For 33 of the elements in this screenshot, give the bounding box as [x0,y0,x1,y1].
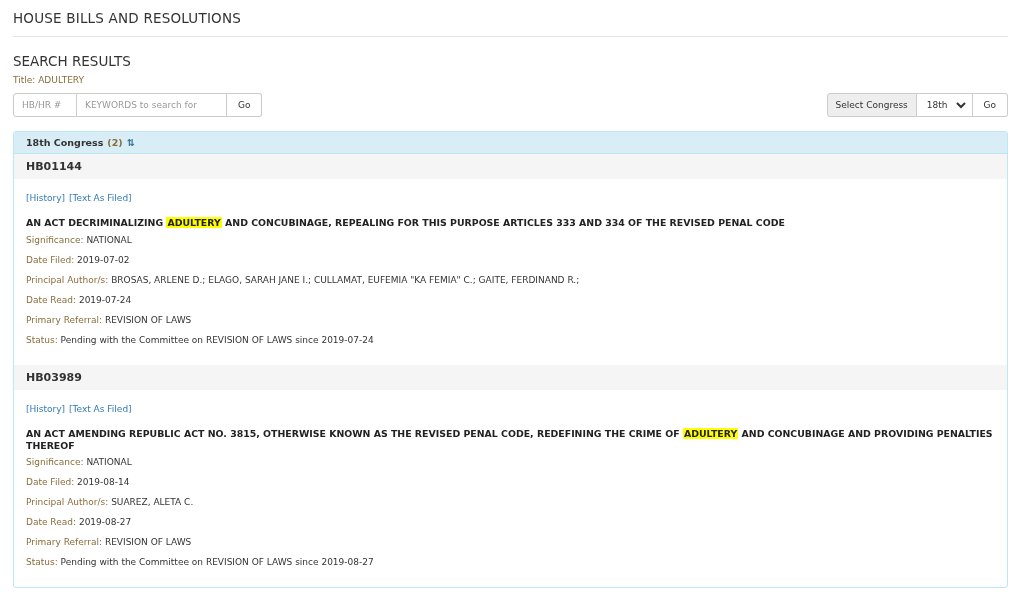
bill-detail: Status: Pending with the Committee on REVISION OF LAWS since 2019-07-24 [26,334,375,345]
section-title: SEARCH RESULTS [13,53,132,69]
bill-detail: Status: Pending with the Committee on REVISION OF LAWS since 2019-08-27 [26,557,375,568]
bill-detail: Significance: NATIONAL [26,234,133,245]
document-link[interactable]: [Text As Filed] [69,193,132,203]
bill-title: AN ACT AMENDING REPUBLIC ACT NO. 3815, OTHERWISE KNOWN AS THE REVISED PENAL CODE, REDEFINING THE CRIME OF ADULTERY AND CONCUBINAGE AND PROVIDING PENALTIES THEREOF [26,427,994,452]
select-congress-label: Select Congress [826,93,917,117]
filter-text: Title: ADULTERY [13,75,85,85]
keywords-field[interactable]: KEYWORDS to search for [77,93,227,117]
congress-title: 18th Congress [26,137,104,148]
document-link[interactable]: [Text As Filed] [69,403,132,414]
bill-title: AN ACT DECRIMINALIZING ADULTERY AND CONCUBINAGE, REPEALING FOR THIS PURPOSE ARTICLES 333 AND 334 OF THE REVISED PENAL CODE [26,217,786,229]
bill-detail: Primary Referral: REVISION OF LAWS [26,314,193,325]
bill-detail: Date Read: 2019-07-24 [26,294,133,305]
bill-detail: Date Filed: 2019-07-02 [26,254,131,265]
congress-dropdown[interactable]: 18th [916,93,973,117]
go-button[interactable]: Go [227,93,263,117]
sort-toggle[interactable]: ⇅ [126,137,135,148]
document-link[interactable]: [History] [26,403,66,414]
bill-number: HB03989 [14,364,1007,390]
bill-detail: Primary Referral: REVISION OF LAWS [26,537,193,548]
chevron-icon [955,101,966,109]
bill-detail: Date Filed: 2019-08-14 [26,477,131,488]
bill-number-field[interactable]: HB/HR # [13,93,77,117]
page-title: HOUSE BILLS AND RESOLUTIONS [13,0,1008,37]
bill-number: HB01144 [14,154,1007,179]
result-count: (2) [107,137,123,148]
bill-detail: Date Read: 2019-08-27 [26,517,133,528]
bill-detail: Principal Author/s: SUAREZ, ALETA C. [26,497,195,508]
bill-detail: Principal Author/s: BROSAS, ARLENE D.; ELAGO, SARAH JANE I.; CULLAMAT, EUFEMIA "KA FEMIA" C.; GAITE, FERDINAND R.; [26,274,581,285]
bill-detail: Significance: NATIONAL [26,457,133,468]
go-button[interactable]: Go [972,93,1008,117]
document-link[interactable]: [History] [26,193,66,203]
